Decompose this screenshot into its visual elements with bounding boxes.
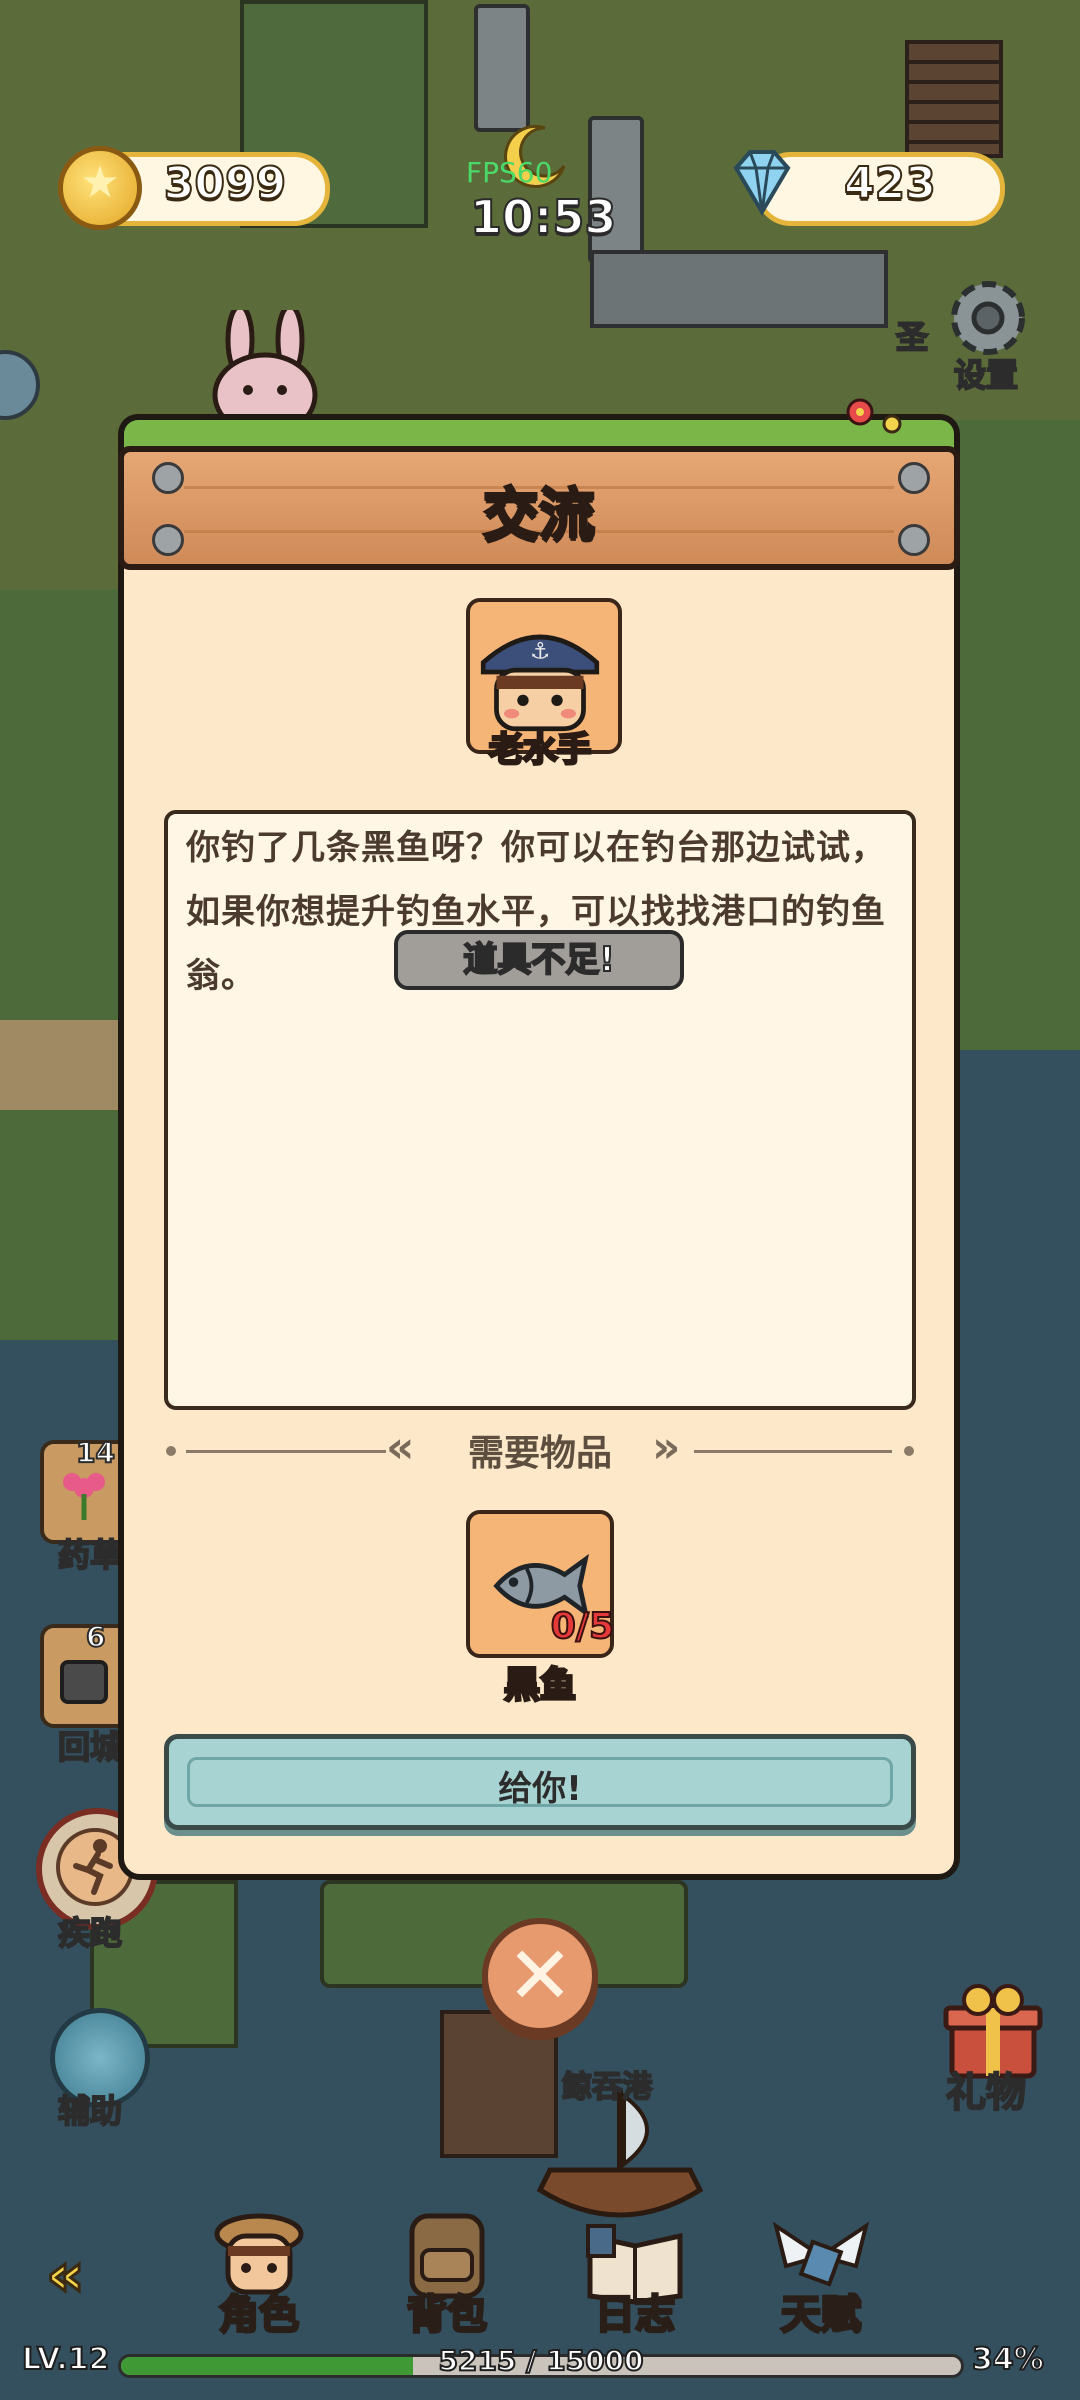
item-name: 黑鱼 bbox=[502, 1664, 577, 1708]
item-count: 0/5 bbox=[550, 1605, 615, 1648]
return-label: 回城 bbox=[57, 1727, 123, 1767]
stone-wall bbox=[590, 250, 888, 328]
divider-dot bbox=[904, 1446, 914, 1456]
scroll-icon bbox=[60, 1660, 108, 1704]
svg-text:⚓: ⚓ bbox=[530, 639, 550, 665]
gem-amount: 423 bbox=[843, 157, 937, 210]
return-count: 6 bbox=[85, 1619, 107, 1654]
xp-percent: 34% bbox=[971, 2341, 1045, 2378]
location-label: 鲸吞港 bbox=[561, 2069, 653, 2106]
herb-label: 药草 bbox=[57, 1535, 123, 1575]
settings-label[interactable]: 设置 bbox=[953, 350, 1019, 396]
sprint-label: 疾跑 bbox=[57, 1913, 123, 1953]
stone-pillar bbox=[474, 4, 530, 132]
player-level: LV.12 bbox=[21, 2341, 110, 2378]
chevron-right-icon: » bbox=[652, 1422, 681, 1473]
collapse-chevron-icon[interactable]: « bbox=[45, 2239, 87, 2312]
divider-line bbox=[694, 1450, 892, 1453]
xp-text: 5215 / 15000 bbox=[437, 2343, 644, 2378]
water bbox=[960, 1050, 1080, 1450]
sailor-avatar-icon: ⚓ bbox=[480, 634, 600, 732]
coin-amount: 3099 bbox=[163, 157, 287, 210]
game-clock: 10:53 bbox=[469, 189, 617, 245]
gift-label[interactable]: 礼物 bbox=[945, 2060, 1027, 2118]
dialog-title: 交流 bbox=[482, 482, 597, 550]
coin-icon: ★ bbox=[58, 146, 142, 230]
close-button[interactable]: ✕ bbox=[482, 1918, 598, 2034]
nav-talent[interactable]: 天赋 bbox=[746, 2282, 896, 2340]
dirt-path bbox=[0, 1020, 120, 1110]
grass-area bbox=[950, 420, 1080, 1060]
chevron-left-icon: « bbox=[386, 1422, 415, 1473]
divider-dot bbox=[166, 1446, 176, 1456]
fps-counter: FPS60 bbox=[466, 156, 553, 189]
diamond-icon bbox=[733, 150, 791, 216]
nav-character[interactable]: 角色 bbox=[184, 2282, 334, 2340]
npc-name: 老水手 bbox=[488, 729, 593, 772]
dialog-grass-rim bbox=[118, 414, 960, 450]
insufficient-items-toast: 道具不足! bbox=[394, 930, 684, 990]
give-button-label: 给你! bbox=[498, 1769, 582, 1809]
flower-decoration-icon bbox=[846, 398, 902, 434]
required-items-title: 需要物品 bbox=[467, 1433, 612, 1474]
stairs bbox=[905, 40, 1003, 158]
nav-backpack[interactable]: 背包 bbox=[372, 2282, 522, 2340]
nav-journal[interactable]: 日志 bbox=[560, 2282, 710, 2340]
flower-icon bbox=[63, 1473, 105, 1520]
running-icon bbox=[73, 1839, 113, 1895]
give-button[interactable]: 给你! bbox=[164, 1734, 916, 1830]
close-icon: ✕ bbox=[506, 1929, 574, 2022]
side-label: 圣 bbox=[895, 317, 929, 357]
divider-line bbox=[186, 1450, 386, 1453]
assist-label: 辅助 bbox=[57, 2091, 123, 2131]
